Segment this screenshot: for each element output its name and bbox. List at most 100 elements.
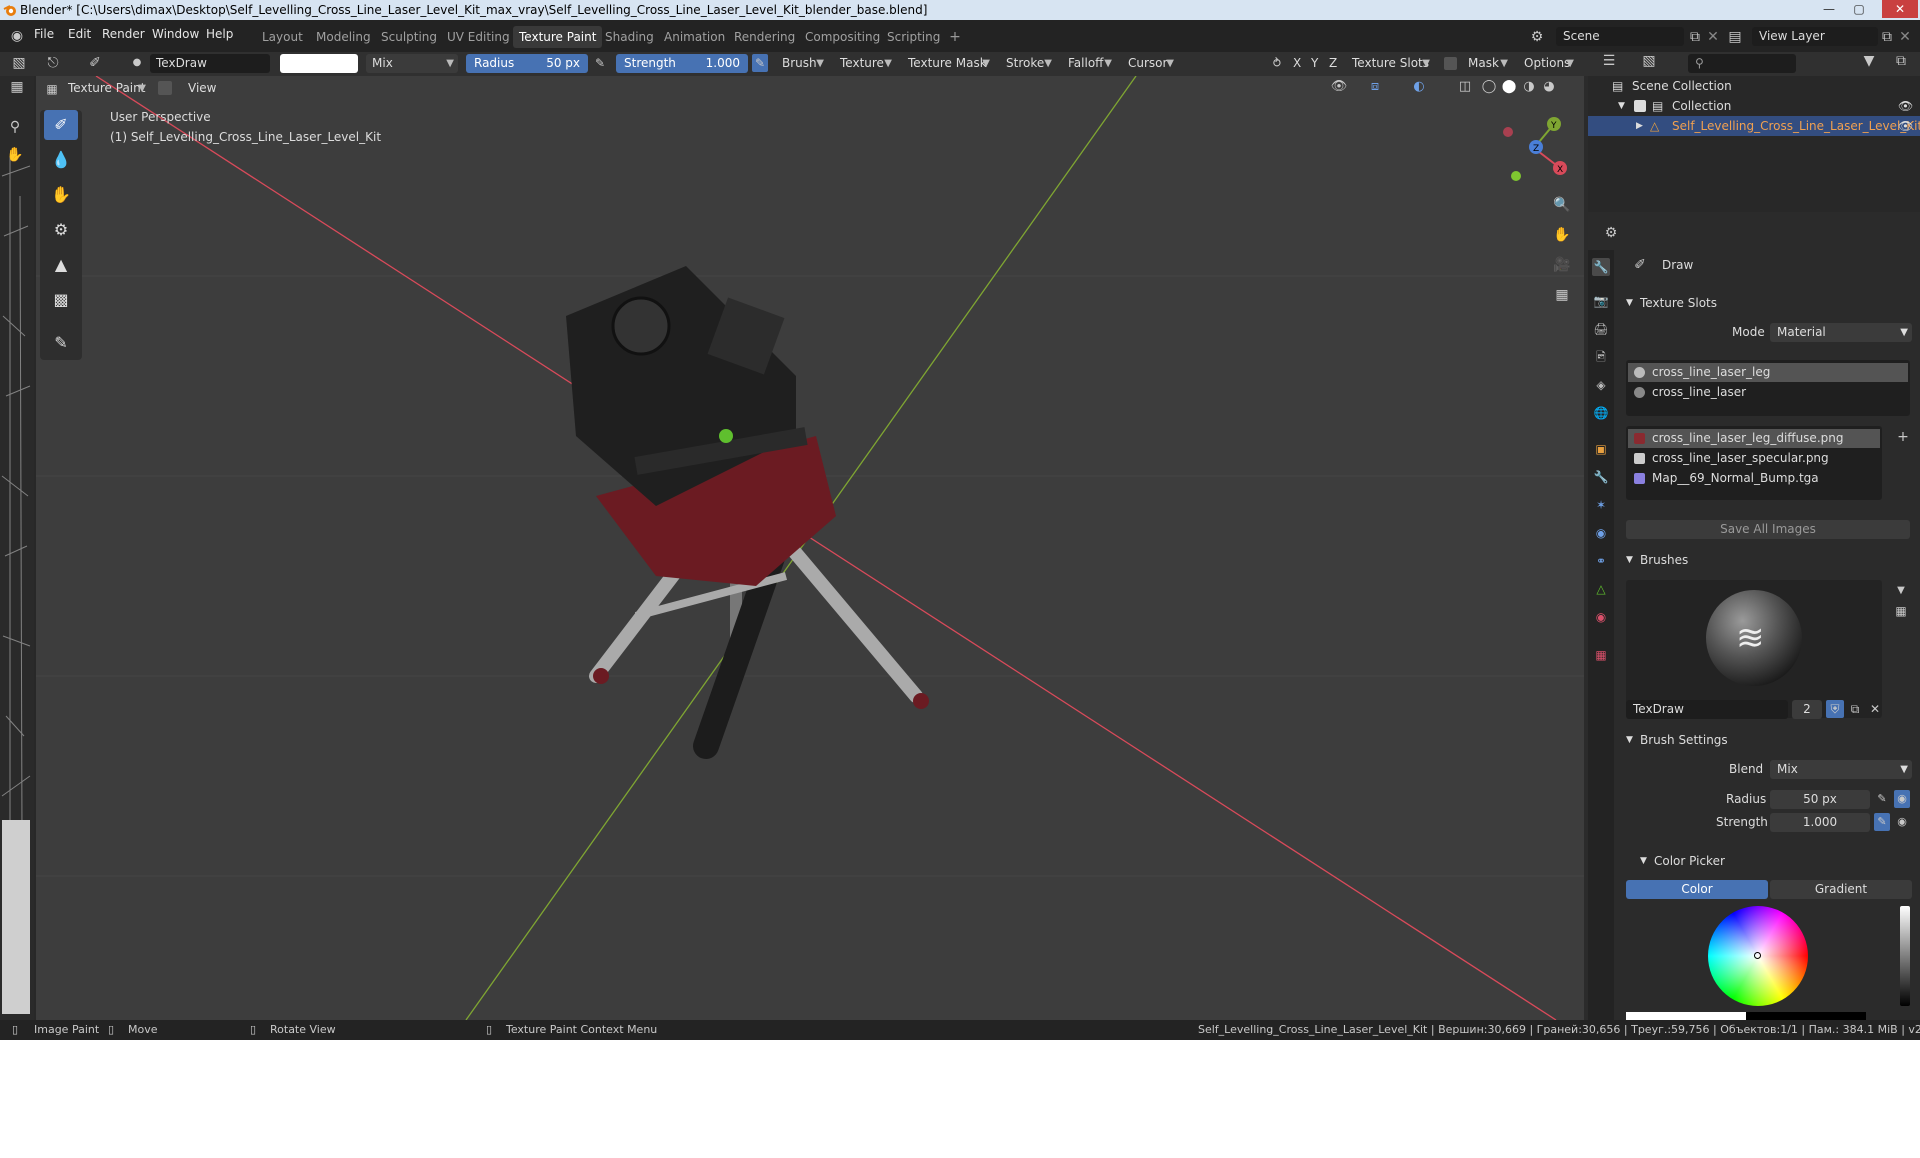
viewport-scene[interactable] bbox=[36, 75, 1584, 1021]
tab-compositing[interactable]: Compositing bbox=[799, 28, 886, 46]
3d-viewport[interactable] bbox=[36, 75, 1584, 1021]
list-item-material[interactable]: cross_line_laser_leg bbox=[1628, 363, 1908, 382]
view-menu[interactable]: View bbox=[188, 81, 216, 95]
menu-edit[interactable]: Edit bbox=[68, 27, 91, 41]
outliner-row-object[interactable]: ▶ △ Self_Levelling_Cross_Line_Laser_Leve… bbox=[1588, 116, 1920, 136]
brush-icon[interactable]: ✐ bbox=[86, 54, 104, 72]
radius-unit-icon[interactable]: ◉ bbox=[1894, 790, 1910, 808]
fill-tool-icon[interactable]: ▲ bbox=[44, 250, 78, 280]
tab-texture-paint[interactable]: Texture Paint bbox=[513, 26, 603, 48]
scene-icon[interactable]: ⚙ bbox=[1528, 28, 1546, 46]
tab-shading[interactable]: Shading bbox=[599, 28, 660, 46]
menu-help[interactable]: Help bbox=[206, 27, 233, 41]
brush-menu-icon[interactable]: ▼ bbox=[1894, 582, 1908, 600]
left-scrollbar[interactable] bbox=[2, 820, 30, 1014]
texture-slots-panel-header[interactable]: ▼ Texture Slots bbox=[1622, 292, 1914, 314]
pan-left-icon[interactable]: ✋ bbox=[6, 146, 24, 164]
brush-users-count[interactable]: 2 bbox=[1792, 700, 1822, 719]
mask-tool-icon[interactable]: ▩ bbox=[44, 285, 78, 315]
brush-name-field[interactable]: TexDraw bbox=[1626, 700, 1788, 719]
add-workspace-icon[interactable]: + bbox=[948, 28, 962, 46]
view-layer-tab-icon[interactable]: 🖻 bbox=[1592, 348, 1610, 366]
secondary-color-swatch[interactable] bbox=[1746, 1012, 1866, 1020]
shading-material-icon[interactable]: ◑ bbox=[1520, 78, 1538, 96]
texture-tab-icon[interactable]: ▦ bbox=[1592, 646, 1610, 664]
editor-type-icon[interactable]: ▧ bbox=[10, 54, 28, 72]
brushes-panel-header[interactable]: ▼ Brushes bbox=[1622, 549, 1914, 571]
falloff-menu[interactable]: Falloff ▼ bbox=[1062, 54, 1116, 73]
texture-menu[interactable]: Texture ▼ bbox=[834, 54, 896, 73]
collection-expand-icon[interactable]: ▼ bbox=[1618, 96, 1625, 116]
fake-user-icon[interactable]: ⛨ bbox=[1826, 700, 1844, 718]
strength-extra-icon[interactable]: ◉ bbox=[1894, 813, 1910, 831]
tab-uv-editing[interactable]: UV Editing bbox=[441, 28, 516, 46]
symmetry-icon[interactable]: ⥁ bbox=[1268, 54, 1286, 72]
blend-dropdown[interactable]: Mix ▼ bbox=[366, 54, 458, 73]
tab-modeling[interactable]: Modeling bbox=[310, 28, 377, 46]
object-tab-icon[interactable]: ▣ bbox=[1592, 440, 1610, 458]
output-tab-icon[interactable]: 🖨 bbox=[1592, 320, 1610, 338]
pan-icon[interactable]: ✋ bbox=[1552, 226, 1572, 244]
data-tab-icon[interactable]: △ bbox=[1592, 580, 1610, 598]
cursor-menu[interactable]: Cursor ▼ bbox=[1122, 54, 1178, 73]
brush-image-icon[interactable]: ▦ bbox=[1894, 602, 1908, 620]
zoom-icon[interactable]: 🔍 bbox=[1552, 196, 1572, 214]
gradient-tab[interactable]: Gradient bbox=[1770, 880, 1912, 899]
strength-field[interactable]: 1.000 bbox=[1770, 813, 1870, 832]
view-layer-field[interactable]: View Layer bbox=[1752, 27, 1878, 46]
delete-scene-icon[interactable]: ✕ bbox=[1706, 28, 1720, 46]
color-tab[interactable]: Color bbox=[1626, 880, 1768, 899]
tab-sculpting[interactable]: Sculpting bbox=[375, 28, 443, 46]
image-editor-type-icon[interactable]: ▦ bbox=[8, 78, 26, 96]
list-item-image[interactable]: Map__69_Normal_Bump.tga bbox=[1628, 469, 1880, 488]
mask-checkbox[interactable] bbox=[1444, 57, 1457, 70]
value-slider[interactable] bbox=[1900, 906, 1910, 1006]
brush-name-field[interactable]: TexDraw bbox=[150, 54, 270, 73]
outliner-row-scene-collection[interactable]: ▤ Scene Collection bbox=[1588, 76, 1920, 96]
scene-field[interactable]: Scene bbox=[1556, 27, 1684, 46]
pressure-icon[interactable]: ✎ bbox=[592, 54, 608, 72]
tab-animation[interactable]: Animation bbox=[658, 28, 731, 46]
new-collection-icon[interactable]: ⧉ bbox=[1892, 52, 1910, 70]
tool-dropdown-icon[interactable]: ⎋ bbox=[42, 54, 64, 72]
menu-render[interactable]: Render bbox=[102, 27, 145, 41]
physics-tab-icon[interactable]: ◉ bbox=[1592, 524, 1610, 542]
properties-editor-type-icon[interactable]: ⚙ bbox=[1598, 224, 1624, 242]
close-icon[interactable]: ✕ bbox=[1882, 0, 1918, 18]
collection-checkbox[interactable] bbox=[1634, 100, 1646, 112]
zoom-left-icon[interactable]: ⚲ bbox=[6, 118, 24, 136]
menu-file[interactable]: File bbox=[34, 27, 54, 41]
smear-tool-icon[interactable]: ✋ bbox=[44, 180, 78, 210]
world-tab-icon[interactable]: 🌐 bbox=[1592, 404, 1610, 422]
shading-rendered-icon[interactable]: ◕ bbox=[1540, 78, 1558, 96]
strength-pressure-icon[interactable]: ✎ bbox=[752, 54, 768, 72]
brush-color-swatch[interactable] bbox=[280, 54, 358, 73]
add-texture-icon[interactable]: + bbox=[1896, 428, 1910, 446]
render-tab-icon[interactable]: 📷 bbox=[1592, 292, 1610, 310]
radius-field[interactable]: 50 px bbox=[1770, 790, 1870, 809]
mirror-x-toggle[interactable]: X bbox=[1293, 56, 1301, 70]
particles-tab-icon[interactable]: ✶ bbox=[1592, 496, 1610, 514]
outliner-display-mode-icon[interactable]: ▧ bbox=[1638, 52, 1660, 70]
save-all-images-button[interactable]: Save All Images bbox=[1626, 520, 1910, 539]
view-layer-icon[interactable]: ▤ bbox=[1726, 28, 1744, 46]
options-menu[interactable]: Options ▼ bbox=[1518, 54, 1578, 73]
filter-icon[interactable]: ▼ bbox=[1860, 52, 1878, 70]
shading-solid-icon[interactable]: ⬤ bbox=[1500, 78, 1518, 96]
gizmo-icon[interactable]: ⧈ bbox=[1366, 78, 1384, 96]
modifier-tab-icon[interactable]: 🔧 bbox=[1592, 468, 1610, 486]
annotate-tool-icon[interactable]: ✎ bbox=[44, 328, 78, 358]
object-expand-icon[interactable]: ▶ bbox=[1636, 116, 1643, 136]
outliner-editor-type-icon[interactable]: ☰ bbox=[1598, 52, 1620, 70]
constraints-tab-icon[interactable]: ⚭ bbox=[1592, 552, 1610, 570]
new-scene-icon[interactable]: ⧉ bbox=[1686, 28, 1704, 46]
camera-view-icon[interactable]: 🎥 bbox=[1552, 256, 1572, 274]
stroke-menu[interactable]: Stroke ▼ bbox=[1000, 54, 1056, 73]
object-visibility-icon[interactable]: 👁 bbox=[1898, 116, 1913, 136]
collection-visibility-icon[interactable]: 👁 bbox=[1898, 96, 1913, 116]
tool-tab-icon[interactable]: 🔧 bbox=[1592, 258, 1610, 276]
new-view-layer-icon[interactable]: ⧉ bbox=[1878, 28, 1896, 46]
mode-dropdown[interactable]: Material ▼ bbox=[1770, 323, 1912, 342]
delete-view-layer-icon[interactable]: ✕ bbox=[1898, 28, 1912, 46]
mirror-z-toggle[interactable]: Z bbox=[1329, 56, 1337, 70]
